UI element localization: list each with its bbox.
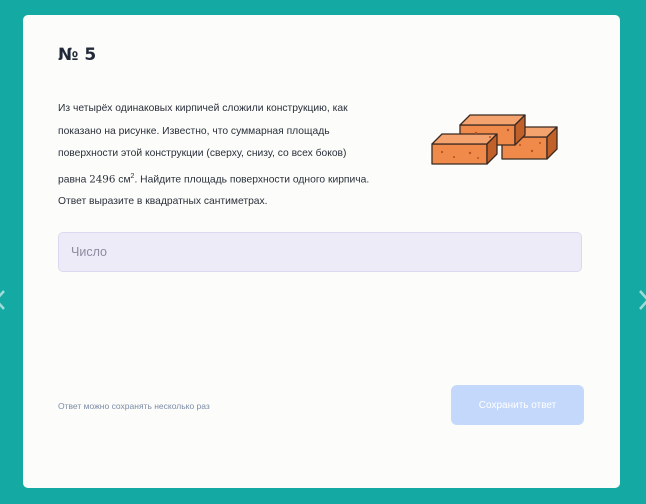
prev-arrow-icon[interactable]: [0, 289, 8, 311]
area-unit: см: [118, 173, 131, 185]
problem-line: показано на рисунке. Известно, что сумма…: [58, 125, 330, 137]
task-card: № 5 Из четырёх одинаковых кирпичей сложи…: [23, 15, 620, 488]
problem-text-fragment: . Найдите площадь поверхности одного кир…: [134, 173, 370, 185]
next-arrow-icon[interactable]: [636, 289, 646, 311]
area-value: 2496: [89, 172, 116, 185]
problem-text-fragment: равна: [58, 173, 90, 185]
answer-input[interactable]: [58, 232, 582, 272]
problem-line: равна 2496 см2. Найдите площадь поверхно…: [58, 166, 430, 192]
bricks-illustration-icon: [431, 114, 558, 165]
problem-line: поверхности этой конструкции (сверху, сн…: [58, 148, 347, 159]
save-answer-button[interactable]: Сохранить ответ: [451, 385, 584, 425]
task-number: № 5: [58, 45, 97, 65]
problem-line: Из четырёх одинаковых кирпичей сложили к…: [58, 103, 348, 114]
save-hint: Ответ можно сохранять несколько раз: [58, 401, 210, 411]
problem-line: Ответ выразите в квадратных сантиметрах.: [58, 196, 268, 208]
problem-text: Из четырёх одинаковых кирпичей сложили к…: [58, 98, 430, 214]
